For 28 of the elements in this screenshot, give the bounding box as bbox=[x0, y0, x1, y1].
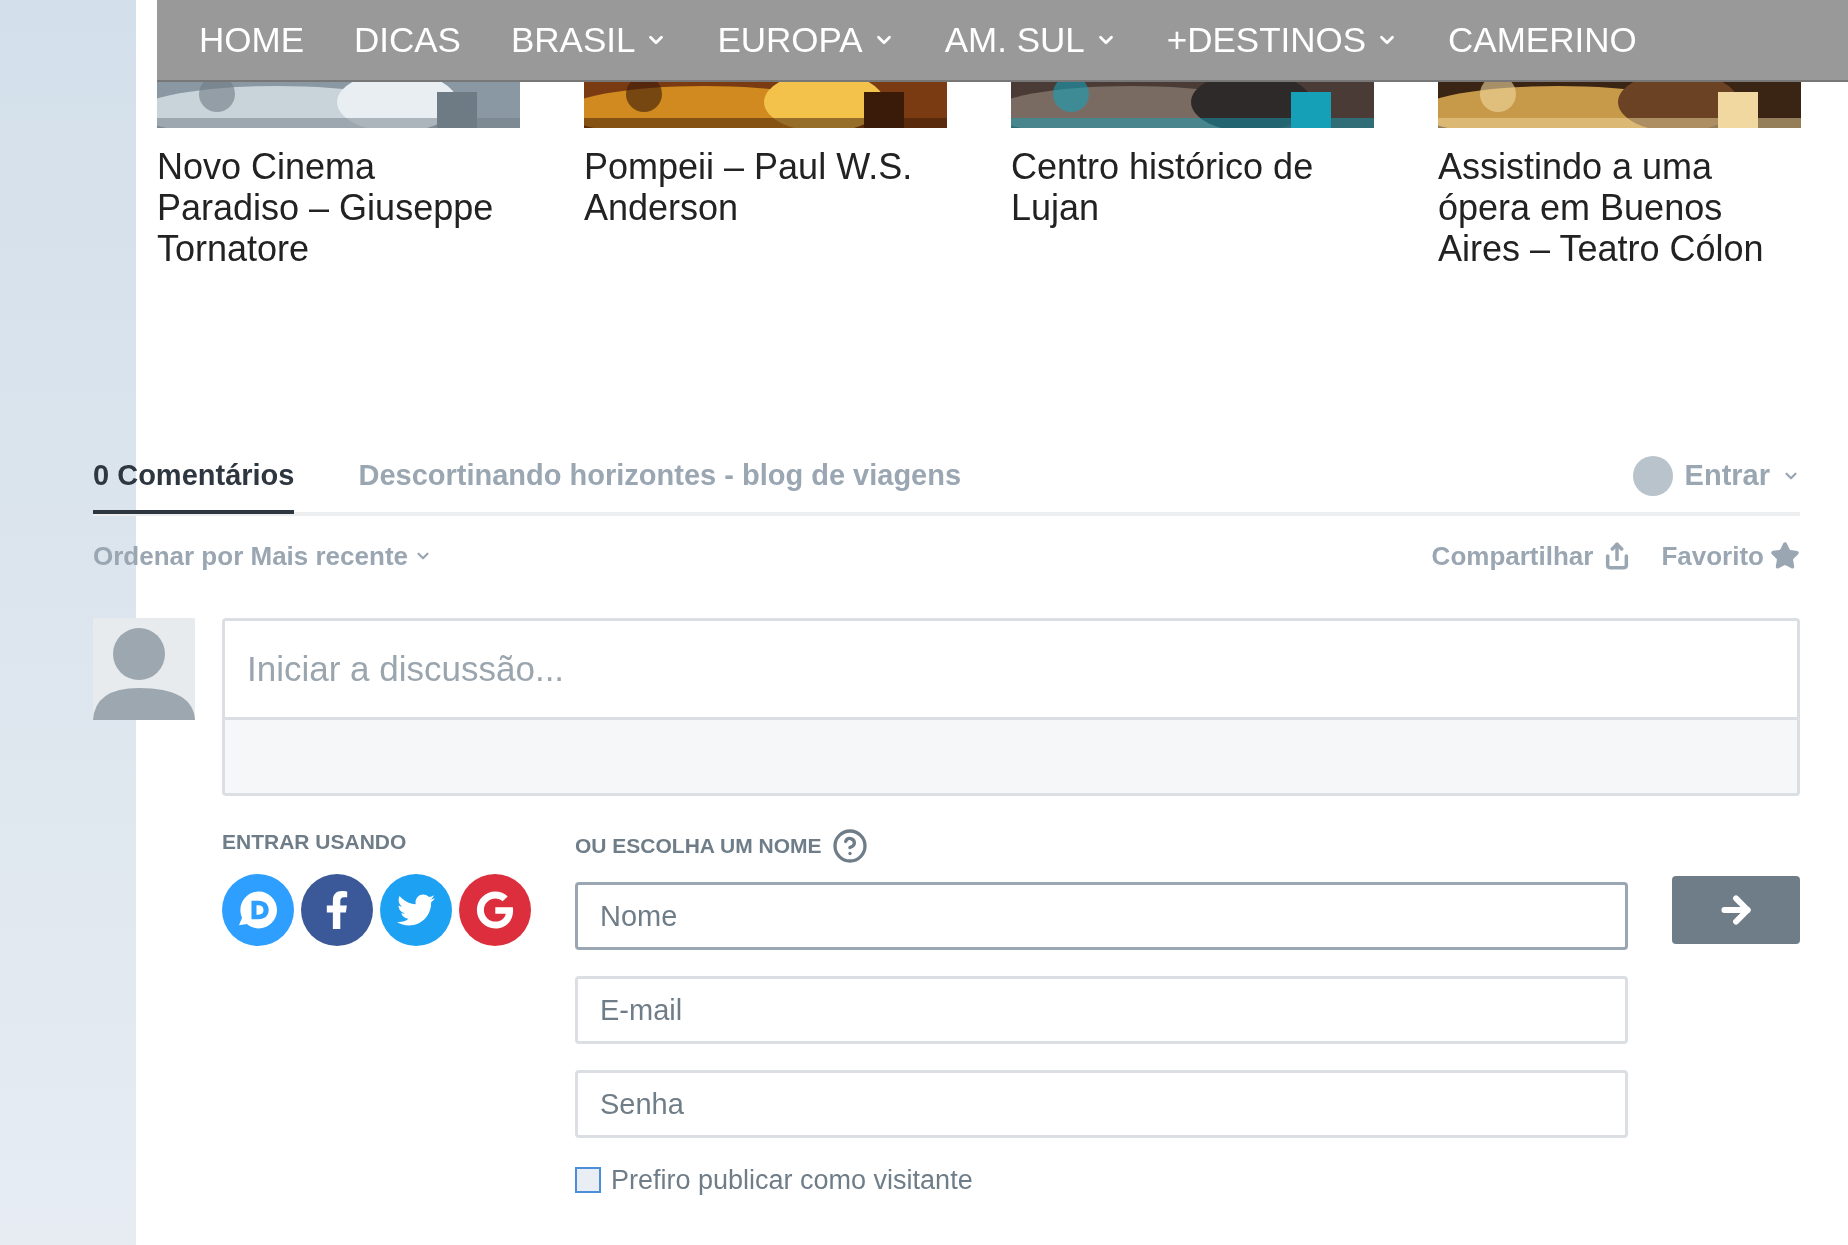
help-icon[interactable] bbox=[831, 828, 868, 864]
user-bubble-icon bbox=[1632, 456, 1673, 496]
post-title[interactable]: Novo Cinema Paradiso – Giuseppe Tornatore bbox=[157, 146, 520, 269]
nav-link[interactable]: +DESTINOS bbox=[1166, 13, 1399, 67]
text-field[interactable]: Nome bbox=[575, 882, 1628, 950]
sort-dropdown[interactable]: Ordenar por Mais recente bbox=[93, 536, 432, 576]
star-icon bbox=[1770, 541, 1800, 571]
comments-tab[interactable]: Descortinando horizontes - blog de viagens bbox=[358, 442, 962, 514]
name-label: OU ESCOLHA UM NOME bbox=[575, 833, 822, 860]
nav-link[interactable]: EUROPA bbox=[717, 13, 895, 67]
post-title[interactable]: Centro histórico de Lujan bbox=[1011, 146, 1374, 228]
favorite-button[interactable]: Favorito bbox=[1661, 536, 1800, 576]
login-button[interactable]: Entrar bbox=[1632, 454, 1800, 498]
nav-link[interactable]: HOME bbox=[199, 13, 304, 67]
post-title[interactable]: Pompeii – Paul W.S. Anderson bbox=[584, 146, 947, 228]
login-with-label: ENTRAR USANDO bbox=[222, 829, 408, 855]
comment-composer[interactable]: Iniciar a discussão... bbox=[222, 618, 1800, 796]
guest-label: Prefiro publicar como visitante bbox=[611, 1164, 973, 1197]
nav-link[interactable]: CAMERINO bbox=[1448, 13, 1637, 67]
nav-link[interactable]: BRASIL bbox=[510, 13, 668, 67]
share-button[interactable]: Compartilhar bbox=[1431, 536, 1632, 576]
comments-tab[interactable]: 0 Comentários bbox=[93, 442, 295, 514]
submit-button[interactable] bbox=[1672, 876, 1800, 944]
checkbox[interactable] bbox=[575, 1167, 601, 1194]
post-title[interactable]: Assistindo a uma ópera em Buenos Aires – Teatro Cólon bbox=[1438, 146, 1801, 269]
avatar-icon bbox=[93, 618, 195, 720]
nav-link[interactable]: AM. SUL bbox=[944, 13, 1117, 67]
nav-link[interactable]: DICAS bbox=[354, 13, 461, 67]
